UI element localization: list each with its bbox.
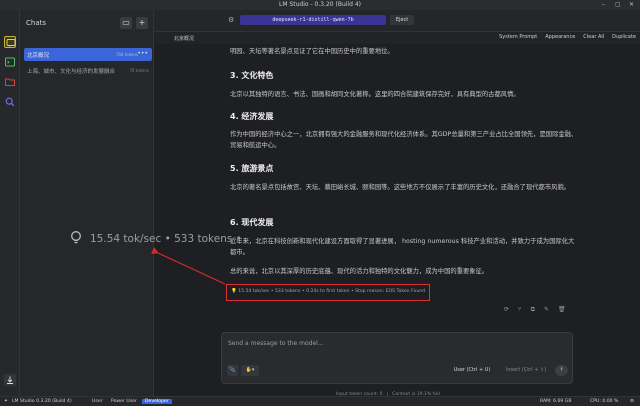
message-composer: 📎 ✋▾ User (Ctrl + U) Insert (Ctrl + ⇧) ↑	[221, 332, 573, 384]
zoomed-stats-text: 15.54 tok/sec • 533 tokens •	[90, 233, 242, 245]
lightbulb-icon	[71, 231, 81, 244]
section-heading: 3. 文化特色	[230, 71, 274, 80]
top-bar: ⚙ deepseek-r1-distill-qwen-7b Eject	[154, 10, 640, 32]
section-heading: 6. 现代发展	[230, 218, 274, 227]
gear-icon[interactable]: ⚙	[228, 16, 234, 24]
maximize-icon[interactable]: ▢	[615, 1, 621, 8]
chat-item[interactable]: 上海、城市、文化与经济的发展融合 76 tokens	[24, 64, 152, 77]
window-title: LM Studio - 0.3.20 (Build 4)	[279, 1, 361, 8]
settings-icon[interactable]: ⚙	[630, 399, 634, 404]
tab-row: 北京概况 System Prompt Appearance Clear All …	[154, 32, 640, 44]
message-paragraph: 近年来，北京在科技创新和现代化建设方面取得了显著进展， hosting nume…	[230, 238, 575, 256]
system-prompt-button[interactable]: System Prompt	[499, 34, 537, 40]
icon-rail	[0, 10, 20, 396]
chat-icon[interactable]	[4, 36, 16, 48]
new-chat-icon[interactable]: +	[136, 17, 148, 29]
minimize-icon[interactable]: –	[602, 1, 605, 8]
tools-icon[interactable]: ✋▾	[241, 365, 259, 376]
main-panel: ⚙ deepseek-r1-distill-qwen-7b Eject 北京概况…	[154, 10, 640, 397]
user-role-button[interactable]: User (Ctrl + U)	[448, 365, 496, 376]
generation-stats-highlight: 💡 15.54 tok/sec • 533 tokens • 0.24s to …	[226, 284, 430, 301]
delete-icon[interactable]: 🗑	[558, 306, 566, 314]
user-mode[interactable]: User	[92, 399, 102, 404]
branch-icon[interactable]: ⑂	[518, 306, 522, 314]
duplicate-button[interactable]: Duplicate	[612, 34, 636, 40]
edit-icon[interactable]: ✎	[544, 306, 549, 314]
chat-token-size: 768 tokens	[115, 52, 138, 57]
chat-actions: System Prompt Appearance Clear All Dupli…	[499, 34, 636, 40]
terminal-icon[interactable]	[4, 56, 16, 68]
chat-token-size: 76 tokens	[129, 68, 149, 73]
clear-all-button[interactable]: Clear All	[583, 34, 604, 40]
appearance-button[interactable]: Appearance	[545, 34, 575, 40]
regenerate-icon[interactable]: ⟳	[504, 306, 509, 314]
insert-button[interactable]: Insert (Ctrl + ⇧)	[502, 365, 550, 376]
app-logo-icon: ✦	[4, 399, 8, 404]
send-icon[interactable]: ↑	[555, 365, 568, 376]
tab-active-chat[interactable]: 北京概况	[174, 35, 194, 42]
chat-item-active[interactable]: 北京概况 768 tokens •••	[24, 48, 152, 61]
chats-sidebar: Chats ▭ + 北京概况 768 tokens ••• 上海、城市、文化与经…	[20, 10, 154, 396]
message-paragraph: 北京的著名景点包括故宫、天坛、慕田峪长城、颐和园等。这些地方不仅展示了丰富的历史…	[230, 184, 571, 191]
more-icon[interactable]: •••	[137, 50, 148, 57]
chat-name: 北京概况	[27, 53, 50, 59]
chat-name: 上海、城市、文化与经济的发展融合	[27, 69, 116, 75]
ram-usage: RAM: 6.69 GB	[540, 399, 572, 404]
message-paragraph: 总的来说，北京以其深厚的历史底蕴、现代的活力和独特的文化魅力，成为中国的重要象征…	[230, 268, 489, 275]
message-paragraph: 作为中国的经济中心之一，北京拥有强大的金融服务和现代化经济体系。其GDP总量和第…	[230, 131, 578, 149]
folder-icon[interactable]	[4, 76, 16, 88]
new-folder-icon[interactable]: ▭	[120, 17, 132, 29]
developer-mode[interactable]: Developer	[142, 399, 172, 404]
power-user-mode[interactable]: Power User	[111, 399, 137, 404]
message-paragraph: 北京以其独特的语言、书法、国画和胡同文化著称。这里的四合院建筑保存完好，具有典型…	[230, 91, 520, 98]
section-heading: 4. 经济发展	[230, 112, 274, 121]
message-actions: ⟳ ⑂ ⧉ ✎ 🗑	[504, 306, 566, 314]
close-icon[interactable]: ✕	[629, 1, 634, 8]
title-bar: LM Studio - 0.3.20 (Build 4) – ▢ ✕	[0, 0, 640, 10]
cpu-usage: CPU: 0.00 %	[590, 399, 619, 404]
section-heading: 5. 旅游景点	[230, 164, 274, 173]
app-version: LM Studio 0.3.20 (Build 4)	[12, 399, 72, 404]
copy-icon[interactable]: ⧉	[531, 306, 535, 314]
eject-button[interactable]: Eject	[390, 15, 414, 25]
chats-header: Chats ▭ +	[20, 10, 154, 36]
download-icon[interactable]	[4, 374, 16, 386]
chats-title: Chats	[26, 19, 47, 27]
search-icon[interactable]	[4, 96, 16, 108]
generation-stats: 💡 15.54 tok/sec • 533 tokens • 0.24s to …	[231, 289, 426, 294]
status-bar: ✦ LM Studio 0.3.20 (Build 4) User Power …	[0, 396, 640, 406]
message-input[interactable]	[228, 338, 528, 348]
message-paragraph: 明园、天坛等著名景点见证了它在中国历史中的重要地位。	[230, 48, 394, 55]
attach-icon[interactable]: 📎	[227, 365, 238, 376]
model-selector[interactable]: deepseek-r1-distill-qwen-7b	[240, 15, 386, 25]
